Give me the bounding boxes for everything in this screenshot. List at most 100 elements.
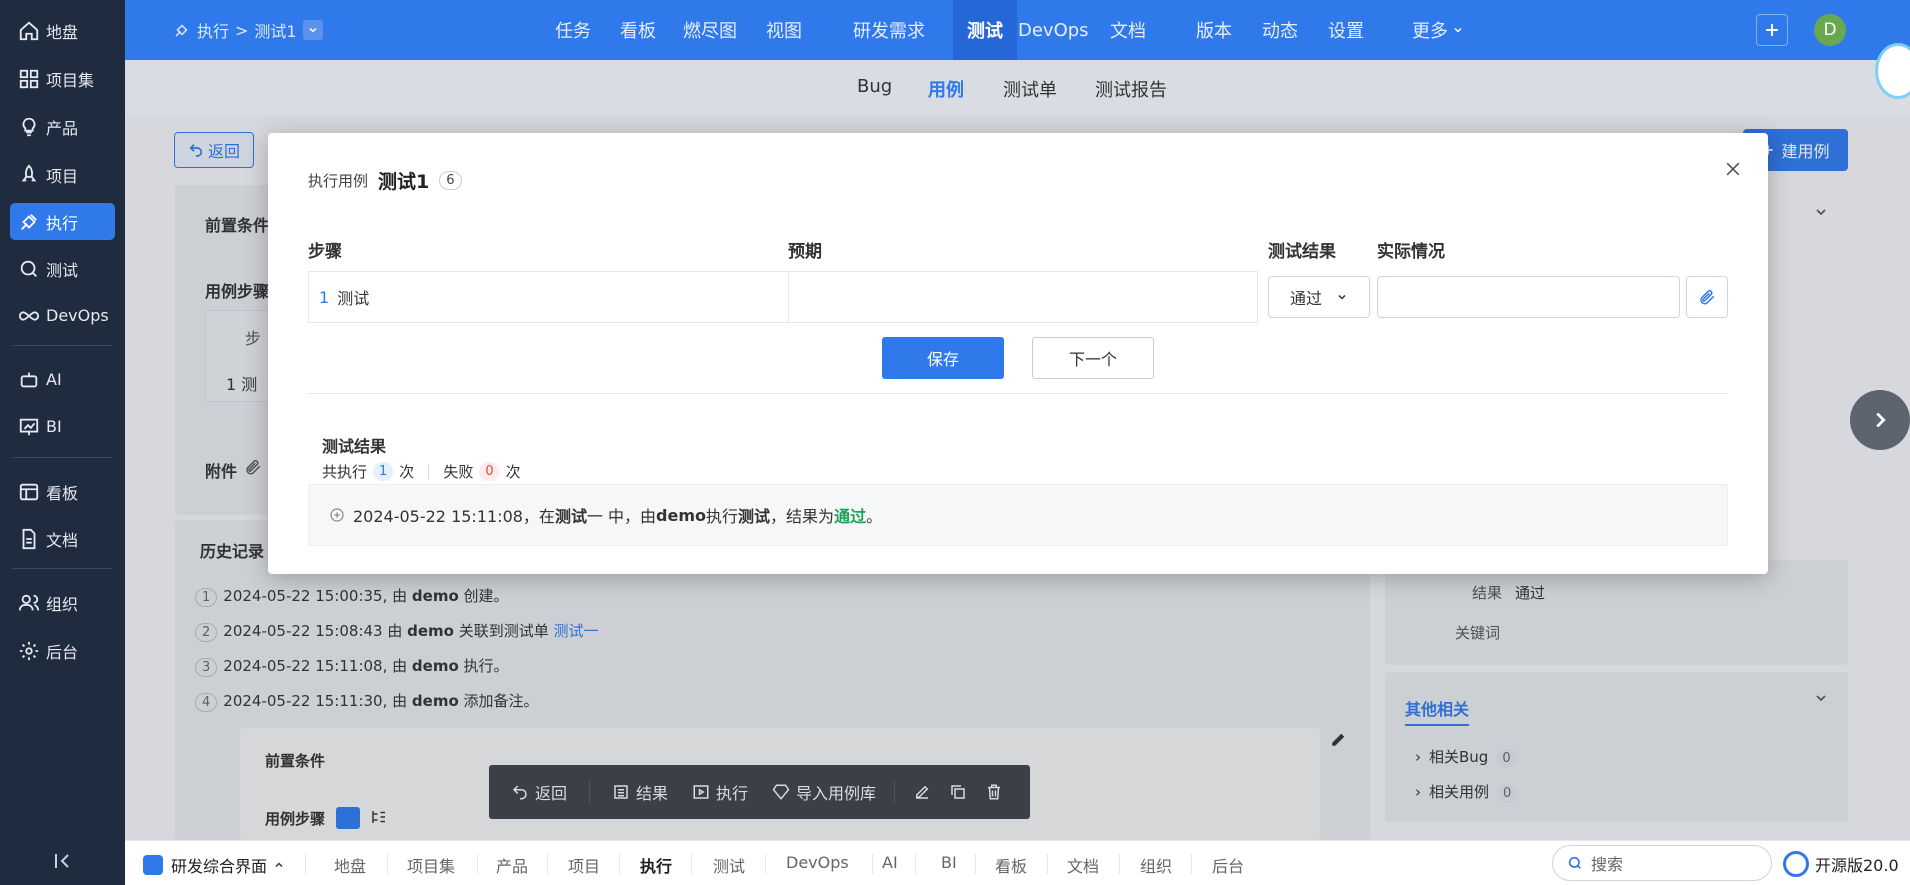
nav-testing[interactable]: 测试	[953, 0, 1017, 60]
case-action-bar: 返回 结果 执行 导入用例库	[489, 765, 1030, 819]
nav-view[interactable]: 视图	[766, 0, 802, 60]
back-action[interactable]: 返回	[511, 765, 567, 819]
nav-kanban[interactable]: 看板	[620, 0, 656, 60]
subtab-report[interactable]: 测试报告	[1095, 76, 1167, 102]
sidebar-item-org[interactable]: 组织	[10, 584, 115, 621]
sidebar-divider	[12, 345, 112, 346]
bottom-tab-docs[interactable]: 文档	[1067, 853, 1099, 877]
collapse-sidebar-icon[interactable]	[50, 849, 74, 873]
bottom-tab-executions[interactable]: 执行	[640, 853, 672, 877]
nav-tasks[interactable]: 任务	[555, 0, 591, 60]
run-icon	[18, 211, 40, 233]
bottom-tab-testing[interactable]: 测试	[713, 853, 745, 877]
nav-settings[interactable]: 设置	[1328, 0, 1364, 60]
sidebar-item-devops[interactable]: DevOps	[10, 297, 115, 334]
trash-icon	[985, 783, 1003, 801]
nav-docs[interactable]: 文档	[1110, 0, 1146, 60]
nav-devops[interactable]: DevOps	[1018, 0, 1089, 60]
step-index: 1	[319, 287, 330, 307]
result-select[interactable]: 通过	[1268, 276, 1370, 318]
doc-icon	[18, 528, 40, 550]
sidebar-item-label: 产品	[46, 118, 79, 138]
nav-dynamics[interactable]: 动态	[1262, 0, 1298, 60]
nav-more[interactable]: 更多	[1412, 0, 1464, 60]
plus-icon[interactable]	[1756, 14, 1788, 46]
bottom-tab-dashboard[interactable]: 地盘	[334, 853, 366, 877]
sidebar-item-products[interactable]: 产品	[10, 108, 115, 145]
chevron-down-icon[interactable]	[302, 20, 323, 40]
top-navbar: 执行 > 测试1 任务 看板 燃尽图 视图 研发需求 测试 DevOps 文档 …	[125, 0, 1910, 60]
sidebar-item-dashboard[interactable]: 地盘	[10, 12, 115, 49]
fail-suffix: 次	[505, 463, 521, 481]
bottom-divider	[477, 854, 478, 874]
subtab-cases[interactable]: 用例	[928, 76, 964, 102]
sidebar-item-label: AI	[46, 370, 62, 389]
sidebar-item-programs[interactable]: 项目集	[10, 60, 115, 97]
close-icon[interactable]	[1723, 159, 1747, 183]
bottom-tab-programs[interactable]: 项目集	[407, 853, 455, 877]
copy-action[interactable]	[949, 765, 985, 819]
bottom-divider	[387, 854, 388, 874]
subtab-testrun[interactable]: 测试单	[1003, 76, 1057, 102]
bottom-tab-devops[interactable]: DevOps	[786, 853, 849, 872]
col-expected-header: 预期	[788, 242, 822, 262]
bottom-tab-products[interactable]: 产品	[496, 853, 528, 877]
avatar[interactable]: D	[1814, 14, 1846, 46]
bottom-tab-kanban[interactable]: 看板	[995, 853, 1027, 877]
bottom-tab-admin[interactable]: 后台	[1212, 853, 1244, 877]
gear-icon	[18, 640, 40, 662]
results-heading: 测试结果	[322, 437, 387, 456]
bottom-tab-bi[interactable]: BI	[941, 853, 957, 872]
sidebar-item-projects[interactable]: 项目	[10, 156, 115, 193]
app-switcher[interactable]: 研发综合界面	[143, 853, 285, 877]
results-action[interactable]: 结果	[612, 765, 668, 819]
sub-navbar: Bug 用例 测试单 测试报告	[125, 60, 1910, 115]
next-button[interactable]: 下一个	[1032, 337, 1154, 379]
sidebar-item-docs[interactable]: 文档	[10, 520, 115, 557]
nav-requirements[interactable]: 研发需求	[853, 0, 925, 60]
fail-count: 0	[479, 462, 500, 481]
sidebar-item-ai[interactable]: AI	[10, 361, 115, 398]
delete-action[interactable]	[985, 765, 1009, 819]
subtab-bug[interactable]: Bug	[857, 76, 892, 97]
edit-action[interactable]	[913, 765, 949, 819]
bottom-tab-org[interactable]: 组织	[1140, 853, 1172, 877]
list-icon	[612, 783, 630, 801]
result-select-value: 通过	[1289, 289, 1322, 308]
run-action[interactable]: 执行	[692, 765, 748, 819]
breadcrumb-current[interactable]: 测试1	[254, 18, 296, 42]
total-runs-suffix: 次	[399, 463, 415, 481]
log-result: 通过	[834, 507, 867, 526]
sidebar-item-kanban[interactable]: 看板	[10, 473, 115, 510]
expand-plus-icon[interactable]	[329, 507, 345, 523]
global-search-input[interactable]: 搜索	[1552, 845, 1772, 881]
save-button[interactable]: 保存	[882, 337, 1004, 379]
bottom-divider	[305, 854, 306, 874]
action-divider	[589, 781, 591, 803]
users-icon	[18, 592, 40, 614]
next-page-arrow[interactable]	[1850, 390, 1910, 450]
results-action-label: 结果	[636, 784, 669, 803]
nav-release[interactable]: 版本	[1196, 0, 1232, 60]
assistant-logo-icon[interactable]	[1878, 46, 1910, 96]
edit-icon	[913, 783, 931, 801]
attachment-button[interactable]	[1686, 276, 1728, 318]
sidebar-item-executions[interactable]: 执行	[10, 203, 115, 240]
sidebar-item-bi[interactable]: BI	[10, 408, 115, 445]
bottom-tab-projects[interactable]: 项目	[568, 853, 600, 877]
sidebar-item-testing[interactable]: 测试	[10, 250, 115, 287]
sidebar-item-label: 文档	[46, 530, 79, 550]
log-text: 一 中，由	[586, 507, 657, 526]
import-library-action[interactable]: 导入用例库	[772, 765, 876, 819]
app-switcher-label: 研发综合界面	[171, 857, 268, 876]
bottom-tab-ai[interactable]: AI	[882, 853, 898, 872]
log-user: demo	[656, 505, 707, 525]
log-text: 。	[866, 507, 883, 526]
col-actual-header: 实际情况	[1377, 242, 1445, 262]
import-library-label: 导入用例库	[796, 784, 877, 803]
nav-burndown[interactable]: 燃尽图	[683, 0, 737, 60]
sidebar-item-admin[interactable]: 后台	[10, 632, 115, 669]
actual-result-textarea[interactable]	[1377, 276, 1680, 318]
bottom-divider	[975, 854, 976, 874]
breadcrumb-root[interactable]: 执行	[197, 18, 229, 42]
